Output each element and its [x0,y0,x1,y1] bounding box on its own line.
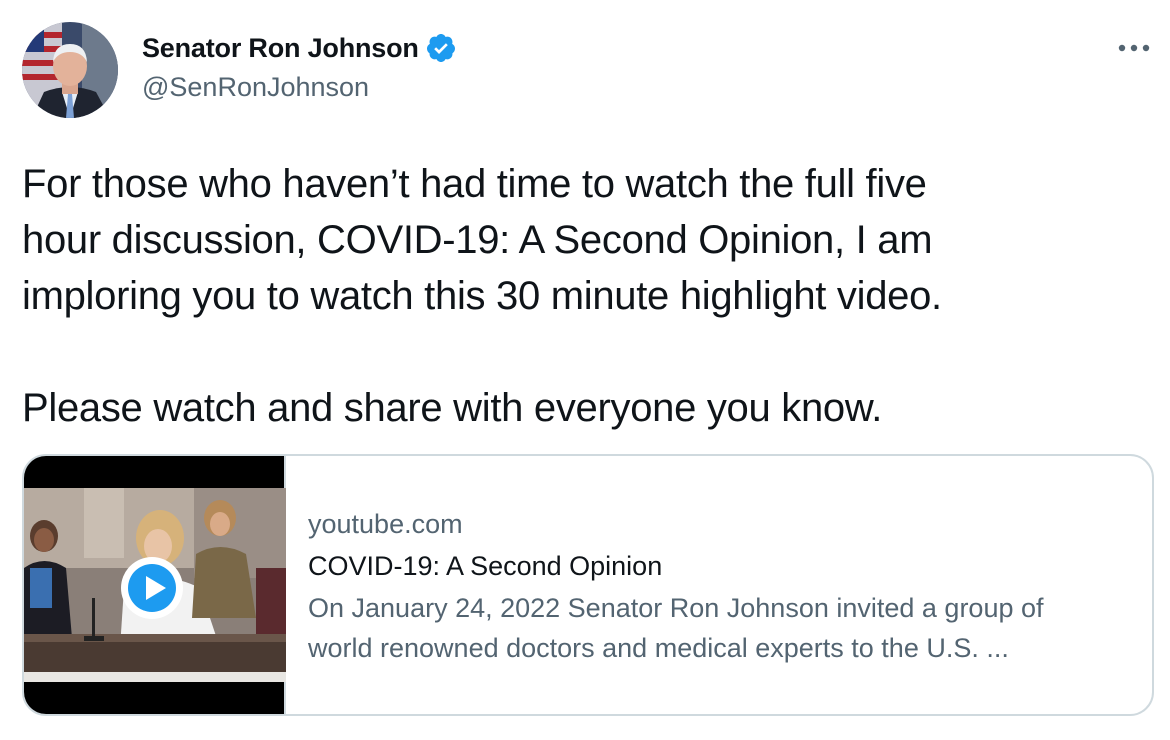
link-preview-card[interactable]: youtube.com COVID-19: A Second Opinion O… [22,454,1154,716]
avatar[interactable] [22,22,118,118]
author-name-row[interactable]: Senator Ron Johnson [142,30,457,66]
tweet-text-line: For those who haven’t had time to watch … [22,162,927,206]
author-display-name[interactable]: Senator Ron Johnson [142,33,419,64]
card-info[interactable]: youtube.com COVID-19: A Second Opinion O… [286,456,1044,714]
card-title[interactable]: COVID-19: A Second Opinion [308,544,1044,588]
more-horizontal-icon [1118,44,1150,52]
avatar-photo-icon [22,22,118,118]
card-description-line: world renowned doctors and medical exper… [308,633,1009,663]
tweet-text-line: Please watch and share with everyone you… [22,386,883,430]
tweet-text-line: imploring you to watch this 30 minute hi… [22,274,942,318]
author-handle[interactable]: @SenRonJohnson [142,72,369,103]
tweet-text: For those who haven’t had time to watch … [22,156,1142,436]
card-domain: youtube.com [308,509,463,539]
more-options-button[interactable] [1114,36,1154,60]
card-description-line: On January 24, 2022 Senator Ron Johnson … [308,593,1044,623]
video-thumbnail[interactable] [24,456,286,714]
play-icon [121,557,183,619]
card-description: On January 24, 2022 Senator Ron Johnson … [308,588,1044,668]
verified-badge-icon [425,32,457,64]
tweet-text-line: hour discussion, COVID-19: A Second Opin… [22,218,933,262]
tweet[interactable]: Senator Ron Johnson @SenRonJohnson For t… [0,0,1170,740]
play-button[interactable] [120,556,184,620]
